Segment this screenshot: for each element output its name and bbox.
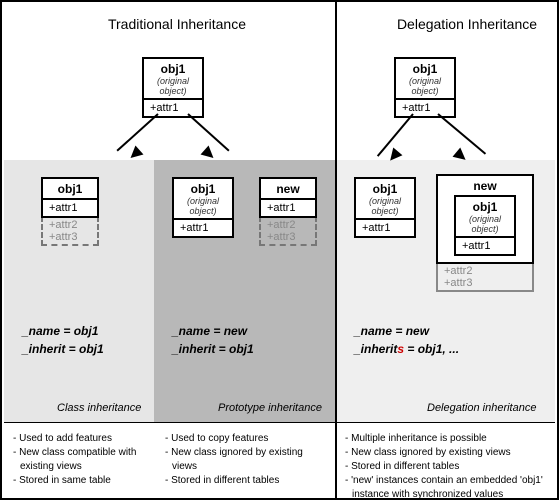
obj-top-left: obj1(original object) +attr1 [142,57,204,118]
obj-name: obj1 [49,182,91,196]
class-result-wrap: obj1 +attr1 +attr2 +attr3 [41,177,99,246]
inherit-line: _inherits = obj1, ... [354,340,459,358]
proto-new-wrap: new +attr1 +attr2 +attr3 [259,177,317,246]
inheritance-diagram: Traditional Inheritance Delegation Inher… [0,0,559,500]
title-delegation: Delegation Inheritance [382,16,552,32]
attr2: +attr2 [444,265,526,277]
inherit-line: _inherit = obj1 [172,340,254,358]
title-traditional: Traditional Inheritance [87,16,267,32]
note-item: Multiple inheritance is possible [346,432,556,446]
obj-orig: (original object) [362,196,408,216]
cat-proto: Prototype inheritance [218,402,322,414]
divider-notes [4,422,555,423]
cat-deleg: Delegation inheritance [427,402,536,414]
note-item: Used to copy features [166,432,326,446]
note-item: New class compatible with existing views [14,446,152,474]
arrow-line [116,113,158,151]
cat-class: Class inheritance [57,402,141,414]
attr3: +attr3 [49,231,91,243]
notes-deleg: Multiple inheritance is possibleNew clas… [346,432,556,502]
obj-name: obj1 [180,182,226,196]
note-item: 'new' instances contain an embedded 'obj… [346,474,556,502]
obj-attr1: +attr1 [43,198,97,216]
deleg-new-wrap: new obj1(original object) +attr1 +attr2 … [436,174,534,292]
obj-name: obj1 [150,62,196,76]
obj-orig: (original object) [462,214,508,234]
class-spec: _name = obj1 _inherit = obj1 [22,322,104,358]
ghost-attrs: +attr2 +attr3 [259,216,317,246]
obj-name: obj1 [402,62,448,76]
obj-attr1: +attr1 [456,236,514,254]
obj-attr1: +attr1 [174,218,232,236]
notes-proto: Used to copy featuresNew class ignored b… [166,432,326,488]
ghost-attrs: +attr2 +attr3 [41,216,99,246]
obj-attr1: +attr1 [396,98,454,116]
obj-name: obj1 [362,182,408,196]
obj-name: new [267,182,309,196]
note-item: Stored in different tables [166,474,326,488]
obj-orig: (original object) [402,76,448,96]
obj-orig: (original object) [150,76,196,96]
note-item: New class ignored by existing views [166,446,326,474]
note-item: Stored in different tables [346,460,556,474]
obj-attr1: +attr1 [261,198,315,216]
obj-name: new [442,179,528,195]
attr2: +attr2 [267,219,309,231]
note-item: New class ignored by existing views [346,446,556,460]
obj-top-right: obj1(original object) +attr1 [394,57,456,118]
note-item: Stored in same table [14,474,152,488]
obj-attr1: +attr1 [356,218,414,236]
ghost-attrs: +attr2 +attr3 [436,262,534,292]
attr3: +attr3 [267,231,309,243]
deleg-obj1: obj1(original object) +attr1 [354,177,416,238]
name-line: _name = new [172,322,254,340]
obj-attr1: +attr1 [144,98,202,116]
proto-spec: _name = new _inherit = obj1 [172,322,254,358]
deleg-spec: _name = new _inherits = obj1, ... [354,322,459,358]
note-item: Used to add features [14,432,152,446]
attr3: +attr3 [444,277,526,289]
notes-class: Used to add featuresNew class compatible… [14,432,152,488]
name-line: _name = new [354,322,459,340]
inherit-line: _inherit = obj1 [22,340,104,358]
attr2: +attr2 [49,219,91,231]
divider-vertical [335,2,337,498]
proto-obj1: obj1(original object) +attr1 [172,177,234,238]
obj-orig: (original object) [180,196,226,216]
obj-name: obj1 [462,200,508,214]
name-line: _name = obj1 [22,322,104,340]
